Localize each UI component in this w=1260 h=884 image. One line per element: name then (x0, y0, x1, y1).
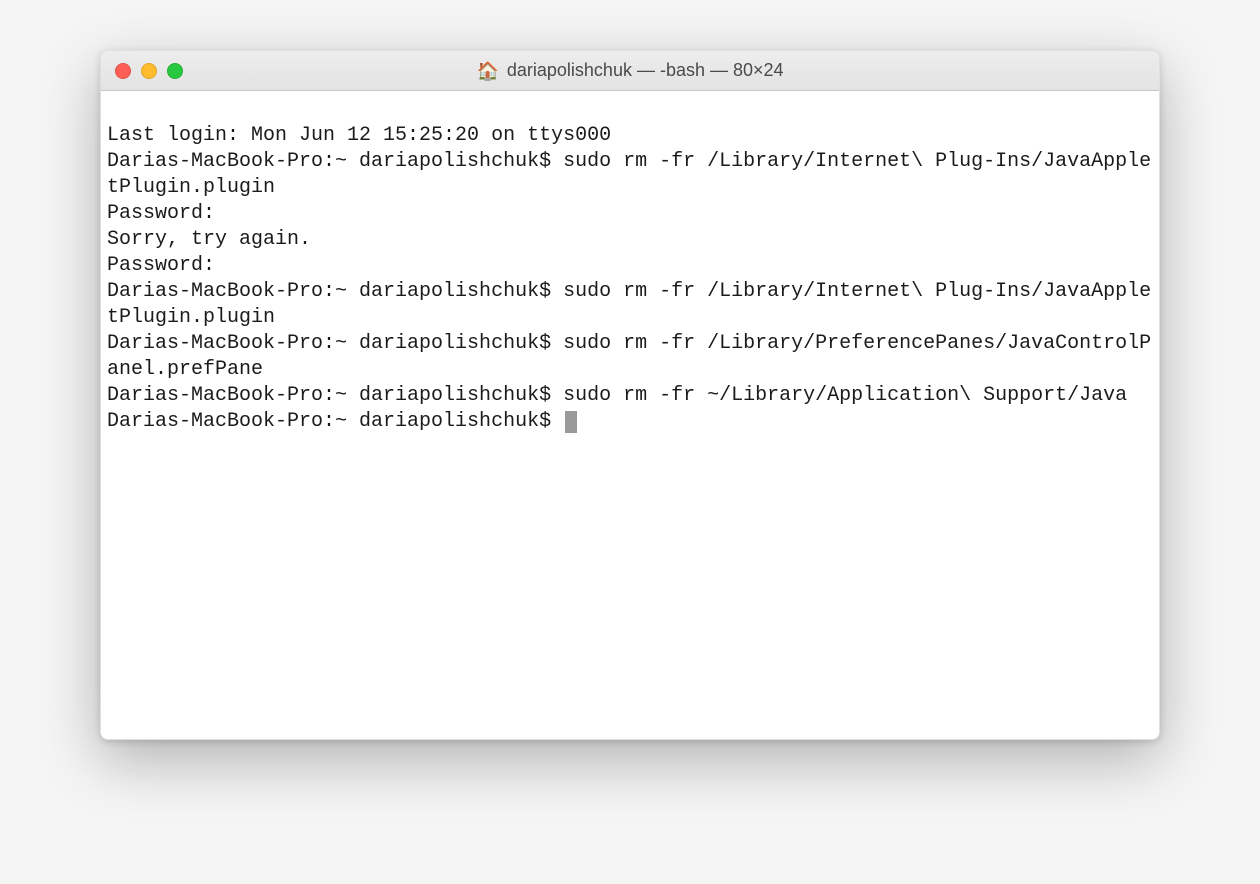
close-button[interactable] (115, 63, 131, 79)
traffic-lights (115, 63, 183, 79)
titlebar: 🏠 dariapolishchuk — -bash — 80×24 (101, 51, 1159, 91)
terminal-window: 🏠 dariapolishchuk — -bash — 80×24 Last l… (100, 50, 1160, 740)
terminal-line: Darias-MacBook-Pro:~ dariapolishchuk$ su… (107, 279, 1153, 331)
minimize-button[interactable] (141, 63, 157, 79)
terminal-prompt-line: Darias-MacBook-Pro:~ dariapolishchuk$ (107, 409, 1153, 435)
terminal-body[interactable]: Last login: Mon Jun 12 15:25:20 on ttys0… (101, 91, 1159, 739)
terminal-line: Darias-MacBook-Pro:~ dariapolishchuk$ su… (107, 149, 1153, 201)
window-title-text: dariapolishchuk — -bash — 80×24 (507, 60, 784, 81)
terminal-line: Sorry, try again. (107, 227, 1153, 253)
terminal-line: Darias-MacBook-Pro:~ dariapolishchuk$ su… (107, 383, 1153, 409)
window-title: 🏠 dariapolishchuk — -bash — 80×24 (101, 60, 1159, 81)
home-icon: 🏠 (476, 62, 498, 80)
terminal-line: Darias-MacBook-Pro:~ dariapolishchuk$ su… (107, 331, 1153, 383)
terminal-line: Password: (107, 253, 1153, 279)
terminal-line: Last login: Mon Jun 12 15:25:20 on ttys0… (107, 123, 1153, 149)
terminal-prompt: Darias-MacBook-Pro:~ dariapolishchuk$ (107, 410, 563, 433)
terminal-line: Password: (107, 201, 1153, 227)
cursor (565, 411, 577, 433)
zoom-button[interactable] (167, 63, 183, 79)
